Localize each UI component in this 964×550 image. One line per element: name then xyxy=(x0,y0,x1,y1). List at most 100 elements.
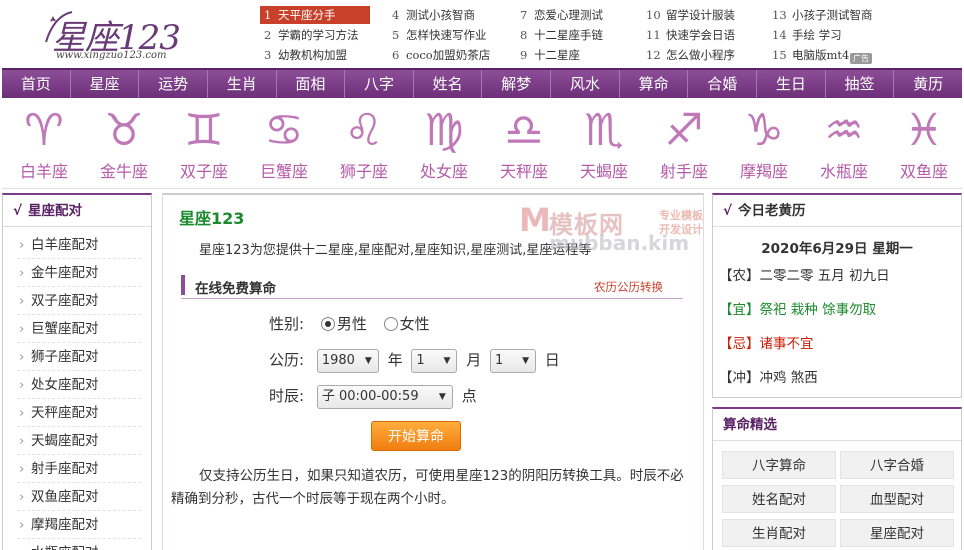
zodiac-cancer[interactable]: ♋ 巨蟹座 xyxy=(244,100,324,190)
top-link[interactable]: 15 电脑版mt4 xyxy=(772,46,849,64)
nav-item-xingzuo[interactable]: 星座 xyxy=(71,70,140,98)
top-links: 1 天平座分手 2 学霸的学习方法 3 幼教机构加盟 4 测试小孩智商 5 怎样快速写作业… xyxy=(260,6,900,66)
almanac-yi: 【宜】祭祀 栽种 馀事勿取 xyxy=(719,302,877,318)
nav-item-mianxiang[interactable]: 面相 xyxy=(277,70,346,98)
nav-item-huangli[interactable]: 黄历 xyxy=(894,70,962,98)
zodiac-libra[interactable]: ♎ 天秤座 xyxy=(484,100,564,190)
top-link[interactable]: 2 学霸的学习方法 xyxy=(264,26,359,44)
nav-item-xingming[interactable]: 姓名 xyxy=(414,70,483,98)
top-link[interactable]: 13 小孩子测试智商 xyxy=(772,6,873,24)
tool-bazi-suanming[interactable]: 八字算命 xyxy=(722,451,836,479)
header: 星座123 www.xingzuo123.com 1 天平座分手 2 学霸的学习方法… xyxy=(0,0,964,68)
zodiac-sagittarius[interactable]: ♐ 射手座 xyxy=(644,100,724,190)
zodiac-label: 水瓶座 xyxy=(819,162,868,181)
zodiac-aquarius[interactable]: ♒ 水瓶座 xyxy=(804,100,884,190)
month-select[interactable]: 1 ▼ xyxy=(411,348,458,373)
site-logo[interactable]: 星座123 www.xingzuo123.com xyxy=(44,4,214,64)
sidebar-item[interactable]: 水瓶座配对 xyxy=(17,539,141,550)
nav-item-home[interactable]: 首页 xyxy=(2,70,71,98)
sidebar-item[interactable]: 射手座配对 xyxy=(17,455,141,483)
virgo-icon: ♍ xyxy=(424,105,464,156)
sidebar-item[interactable]: 狮子座配对 xyxy=(17,343,141,371)
top-link[interactable]: 7 恋爱心理测试 xyxy=(520,6,603,24)
nav-item-chouqian[interactable]: 抽签 xyxy=(826,70,895,98)
top-link[interactable]: 9 十二星座 xyxy=(520,46,580,64)
zodiac-label: 双鱼座 xyxy=(899,162,948,181)
sidebar-item[interactable]: 天秤座配对 xyxy=(17,399,141,427)
nav-item-fengshui[interactable]: 风水 xyxy=(551,70,620,98)
hour-label: 时辰: xyxy=(269,387,305,405)
nav-item-bazi[interactable]: 八字 xyxy=(345,70,414,98)
hour-row: 时辰: 子 00:00-00:59 ▼ 点 xyxy=(269,382,477,410)
ad-badge[interactable]: 广告 xyxy=(850,53,872,64)
top-link[interactable]: 5 怎样快速写作业 xyxy=(392,26,487,44)
nav-item-suanming[interactable]: 算命 xyxy=(620,70,689,98)
tool-zodiac-animal-pairing[interactable]: 生肖配对 xyxy=(722,519,836,547)
tool-blood-pairing[interactable]: 血型配对 xyxy=(840,485,954,513)
top-link[interactable]: 8 十二星座手链 xyxy=(520,26,603,44)
nav-item-hehun[interactable]: 合婚 xyxy=(688,70,758,98)
female-label[interactable]: 女性 xyxy=(400,315,430,333)
tool-bazi-hehun[interactable]: 八字合婚 xyxy=(840,451,954,479)
top-link[interactable]: 12 怎么做小程序 xyxy=(646,46,735,64)
hour-unit: 点 xyxy=(461,387,477,405)
zodiac-virgo[interactable]: ♍ 处女座 xyxy=(404,100,484,190)
top-link[interactable]: 14 手绘 学习 xyxy=(772,26,842,44)
day-select[interactable]: 1 ▼ xyxy=(490,348,536,373)
zodiac-leo[interactable]: ♌ 狮子座 xyxy=(324,100,404,190)
libra-icon: ♎ xyxy=(504,105,544,156)
hour-select[interactable]: 子 00:00-00:59 ▼ xyxy=(316,384,453,409)
zodiac-taurus[interactable]: ♉ 金牛座 xyxy=(84,100,164,190)
sidebar-item[interactable]: 摩羯座配对 xyxy=(17,511,141,539)
almanac-date: 2020年6月29日 星期一 xyxy=(761,241,913,257)
sidebar-item[interactable]: 双子座配对 xyxy=(17,287,141,315)
page-title: 星座123 xyxy=(179,209,245,228)
nav-item-shengri[interactable]: 生日 xyxy=(757,70,826,98)
tool-star-sign-pairing[interactable]: 星座配对 xyxy=(840,519,954,547)
almanac-chong: 【冲】冲鸡 煞西 xyxy=(719,370,818,386)
chevron-down-icon: ▼ xyxy=(364,355,372,366)
zodiac-scorpio[interactable]: ♏ 天蝎座 xyxy=(564,100,644,190)
month-unit: 月 xyxy=(466,351,482,369)
sidebar-item[interactable]: 处女座配对 xyxy=(17,371,141,399)
zodiac-capricorn[interactable]: ♑ 摩羯座 xyxy=(724,100,804,190)
sidebar-item[interactable]: 巨蟹座配对 xyxy=(17,315,141,343)
top-link[interactable]: 4 测试小孩智商 xyxy=(392,6,475,24)
submit-button[interactable]: 开始算命 xyxy=(371,421,461,451)
zodiac-label: 摩羯座 xyxy=(739,162,788,181)
birthday-row: 公历: 1980 ▼ 年 1 ▼ 月 1 ▼ 日 xyxy=(269,346,560,374)
almanac-box: √ 今日老黄历 2020年6月29日 星期一 【农】二零二零 五月 初九日 【宜】… xyxy=(712,193,962,398)
section-accent-bar xyxy=(181,275,185,295)
nav-item-yunshi[interactable]: 运势 xyxy=(139,70,208,98)
sidebar-item[interactable]: 金牛座配对 xyxy=(17,259,141,287)
nav-item-shengxiao[interactable]: 生肖 xyxy=(208,70,277,98)
top-link[interactable]: 10 留学设计服装 xyxy=(646,6,735,24)
year-select[interactable]: 1980 ▼ xyxy=(316,348,379,373)
tool-name-pairing[interactable]: 姓名配对 xyxy=(722,485,836,513)
top-link[interactable]: 3 幼教机构加盟 xyxy=(264,46,347,64)
section-header: 在线免费算命 农历公历转换 xyxy=(181,273,683,299)
top-link[interactable]: 1 天平座分手 xyxy=(260,6,370,24)
aquarius-icon: ♒ xyxy=(824,105,864,156)
nav-item-jiemeng[interactable]: 解梦 xyxy=(482,70,552,98)
zodiac-label: 白羊座 xyxy=(19,162,68,181)
top-link[interactable]: 11 快速学会日语 xyxy=(646,26,735,44)
section-title: 在线免费算命 xyxy=(195,281,276,297)
male-label[interactable]: 男性 xyxy=(337,315,367,333)
female-radio[interactable] xyxy=(383,317,398,331)
top-link[interactable]: 6 coco加盟奶茶店 xyxy=(392,46,490,64)
zodiac-gemini[interactable]: ♊ 双子座 xyxy=(164,100,244,190)
zodiac-pisces[interactable]: ♓ 双鱼座 xyxy=(884,100,964,190)
aries-icon: ♈ xyxy=(24,105,64,156)
sidebar-item[interactable]: 天蝎座配对 xyxy=(17,427,141,455)
check-icon: √ xyxy=(723,203,733,219)
cancer-icon: ♋ xyxy=(264,105,304,156)
zodiac-label: 处女座 xyxy=(419,162,468,181)
male-radio[interactable] xyxy=(320,317,335,331)
calendar-convert-link[interactable]: 农历公历转换 xyxy=(594,279,663,295)
chevron-down-icon: ▼ xyxy=(522,355,529,366)
almanac-ji: 【忌】诸事不宜 xyxy=(719,336,814,352)
sidebar-item[interactable]: 白羊座配对 xyxy=(17,231,141,259)
sidebar-item[interactable]: 双鱼座配对 xyxy=(17,483,141,511)
zodiac-aries[interactable]: ♈ 白羊座 xyxy=(4,100,84,190)
